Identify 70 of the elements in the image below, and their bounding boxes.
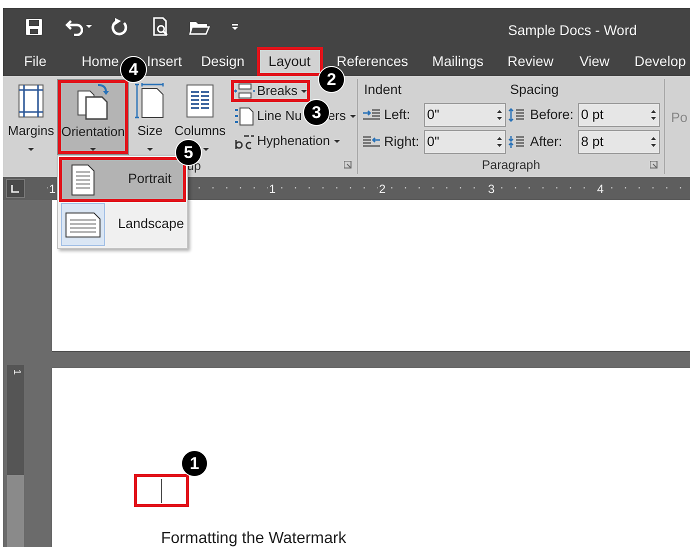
group-heading: Spacing bbox=[509, 81, 560, 99]
ribbon-button[interactable]: Size bbox=[129, 83, 171, 138]
number-field[interactable]: 0" bbox=[424, 103, 506, 127]
ribbon-tab[interactable]: View bbox=[579, 53, 610, 70]
ribbon-tab[interactable]: File bbox=[24, 53, 47, 70]
undo-icon bbox=[65, 17, 83, 36]
ribbon-tab[interactable]: Mailings bbox=[432, 53, 484, 70]
group-heading: Indent bbox=[363, 81, 403, 99]
undo-button[interactable] bbox=[65, 17, 92, 36]
dialog-launcher-icon bbox=[650, 161, 658, 169]
dropdown-button[interactable] bbox=[28, 148, 34, 151]
menu-item[interactable]: Portrait bbox=[59, 157, 186, 202]
dropdown-button[interactable] bbox=[203, 148, 209, 151]
document-heading: Formatting the Watermark bbox=[161, 529, 346, 547]
caret-icon bbox=[147, 148, 153, 151]
group-label: Paragraph bbox=[482, 158, 540, 172]
ribbon-tab[interactable]: Insert bbox=[146, 53, 182, 70]
ribbon-button[interactable]: Margins bbox=[5, 83, 57, 138]
after-spacing-icon bbox=[508, 135, 527, 149]
print-preview-icon bbox=[152, 16, 169, 36]
ribbon-button[interactable]: Hyphenation bbox=[231, 130, 343, 152]
ribbon-tab[interactable]: Home bbox=[82, 53, 119, 70]
caret-icon bbox=[28, 148, 34, 151]
margins-icon bbox=[17, 83, 45, 119]
menu-item[interactable]: Landscape bbox=[59, 202, 186, 247]
line-numbers-icon bbox=[234, 106, 255, 126]
size-icon bbox=[135, 83, 165, 119]
field-label: Right: bbox=[384, 132, 420, 151]
dropdown-button[interactable] bbox=[147, 148, 153, 151]
before-spacing-icon bbox=[508, 108, 527, 122]
group-label: Po bbox=[671, 109, 688, 127]
caret-icon bbox=[86, 25, 92, 28]
orientation-icon bbox=[76, 83, 110, 120]
caret-icon bbox=[90, 148, 96, 151]
left-spacing-icon bbox=[362, 108, 381, 122]
customize-icon bbox=[232, 24, 238, 30]
tab-selector[interactable] bbox=[6, 179, 25, 198]
caret-icon bbox=[301, 90, 308, 92]
ribbon-tab[interactable]: Layout bbox=[256, 47, 323, 76]
spin-arrows-icon bbox=[651, 136, 656, 148]
number-field[interactable]: 8 pt bbox=[578, 130, 660, 154]
text-cursor bbox=[160, 478, 162, 502]
ruler-number: 1 bbox=[10, 369, 20, 375]
right-spacing-icon bbox=[362, 135, 381, 149]
caret-icon bbox=[350, 114, 356, 118]
field-label: After: bbox=[530, 132, 564, 151]
ribbon-button[interactable]: Orientation bbox=[57, 79, 129, 155]
breaks-icon bbox=[234, 82, 255, 100]
caret-icon bbox=[203, 148, 209, 151]
ribbon-button[interactable]: Columns bbox=[171, 83, 229, 138]
redo-icon bbox=[110, 18, 128, 36]
portrait-page-icon bbox=[71, 164, 95, 196]
dialog-launcher-icon bbox=[344, 161, 352, 169]
spin-arrows-icon bbox=[497, 136, 502, 148]
left-tab-icon bbox=[11, 184, 20, 192]
ribbon-button[interactable]: Breaks bbox=[231, 80, 310, 102]
ribbon-tab[interactable]: Develop bbox=[634, 53, 686, 70]
window-title: Sample Docs - Word bbox=[508, 21, 637, 40]
landscape-page-icon bbox=[65, 212, 101, 238]
number-field[interactable]: 0 pt bbox=[578, 103, 660, 127]
caret-icon bbox=[334, 140, 340, 142]
columns-icon bbox=[186, 83, 214, 119]
number-field[interactable]: 0" bbox=[424, 130, 506, 154]
field-label: Before: bbox=[530, 106, 575, 124]
ribbon-tab[interactable]: Review bbox=[508, 53, 554, 70]
ribbon-tab[interactable]: Design bbox=[200, 53, 245, 70]
field-label: Left: bbox=[384, 106, 412, 124]
save-icon bbox=[25, 18, 43, 36]
spin-arrows-icon bbox=[651, 109, 656, 121]
spin-arrows-icon bbox=[497, 109, 502, 121]
